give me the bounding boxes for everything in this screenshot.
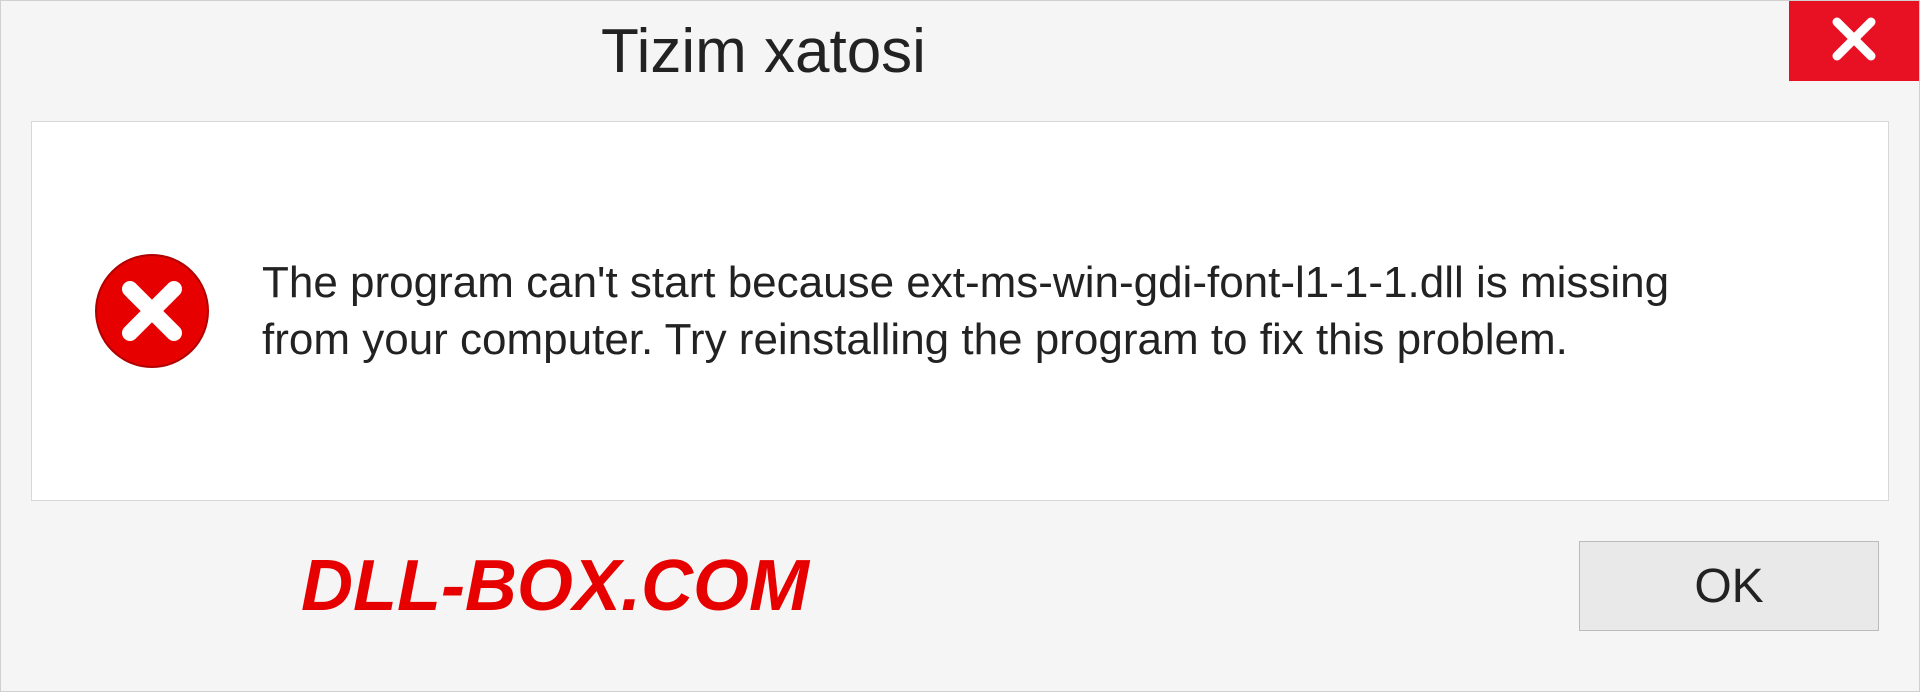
error-dialog: Tizim xatosi The program can't start bec…: [0, 0, 1920, 692]
dialog-title: Tizim xatosi: [601, 16, 926, 87]
titlebar: Tizim xatosi: [1, 1, 1919, 101]
error-icon: [92, 251, 212, 371]
dialog-footer: DLL-BOX.COM OK: [1, 501, 1919, 671]
close-icon: [1829, 14, 1879, 69]
error-message: The program can't start because ext-ms-w…: [262, 254, 1762, 368]
content-panel: The program can't start because ext-ms-w…: [31, 121, 1889, 501]
close-button[interactable]: [1789, 1, 1919, 81]
watermark-text: DLL-BOX.COM: [301, 545, 809, 627]
ok-button[interactable]: OK: [1579, 541, 1879, 631]
